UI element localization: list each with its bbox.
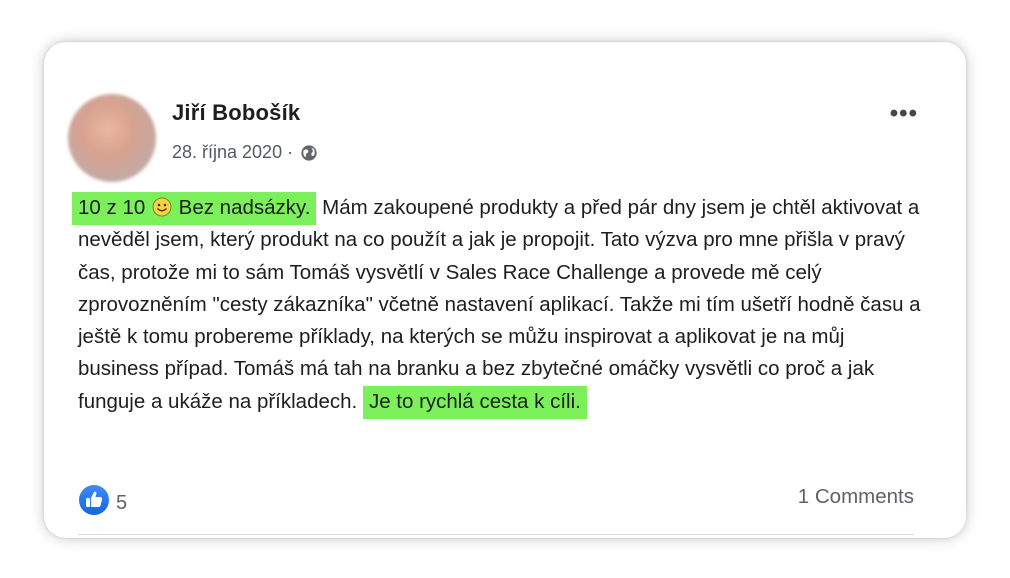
highlight-start: 10 z 10 Bez nadsázky.	[72, 192, 317, 225]
rating-text: 10 z 10	[78, 196, 146, 219]
like-icon	[79, 485, 109, 515]
post-card: Jiří Bobošík 28. října 2020 · ••• 10 z 1…	[44, 42, 966, 538]
avatar[interactable]	[68, 94, 156, 182]
globe-icon	[301, 144, 317, 161]
highlight-phrase: Bez nadsázky.	[178, 196, 311, 219]
comments-link[interactable]: 1 Comments	[798, 485, 914, 509]
smiley-icon	[152, 197, 172, 217]
post-date[interactable]: 28. října 2020	[172, 142, 282, 163]
like-count: 5	[116, 491, 128, 514]
highlight-end: Je to rychlá cesta k cíli.	[362, 385, 587, 419]
post-text: 10 z 10 Bez nadsázky. Mám zakoupené prod…	[72, 192, 928, 419]
more-options-button[interactable]: •••	[890, 100, 918, 128]
reactions[interactable]: 5	[78, 484, 127, 516]
divider	[78, 534, 914, 535]
post-meta: 28. října 2020 ·	[172, 142, 318, 163]
author-name[interactable]: Jiří Bobošík	[172, 100, 300, 126]
meta-separator: ·	[287, 142, 294, 162]
post-body: Mám zakoupené produkty a před pár dny js…	[78, 196, 921, 413]
